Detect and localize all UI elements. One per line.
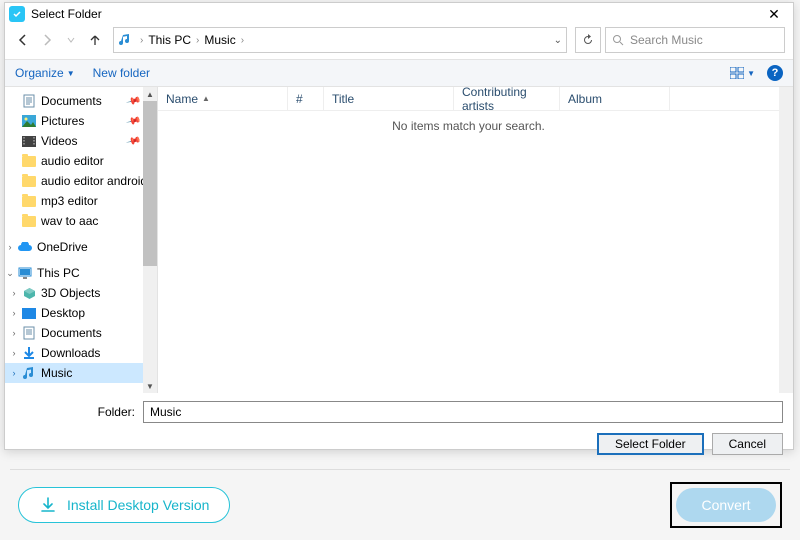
tree-folder[interactable]: audio editor — [5, 151, 157, 171]
list-header: Name▲ # Title Contributing artists Album — [158, 87, 779, 111]
address-bar[interactable]: › This PC › Music › ⌄ — [113, 27, 567, 53]
folder-label: Folder: — [15, 405, 135, 419]
document-icon — [21, 325, 37, 341]
nav-tree: Documents📌 Pictures📌 Videos📌 audio edito… — [5, 87, 157, 393]
file-list: Name▲ # Title Contributing artists Album… — [157, 87, 779, 393]
search-icon — [612, 34, 624, 46]
folder-icon — [21, 153, 37, 169]
folder-icon — [21, 173, 37, 189]
address-dropdown[interactable]: ⌄ — [554, 35, 562, 46]
tree-3dobjects[interactable]: ›3D Objects — [5, 283, 157, 303]
tree-documents[interactable]: Documents📌 — [5, 91, 157, 111]
chevron-right-icon: › — [239, 35, 246, 46]
document-icon — [21, 93, 37, 109]
chevron-right-icon: › — [194, 35, 201, 46]
pin-icon: 📌 — [125, 133, 141, 149]
view-menu[interactable]: ▼ — [730, 67, 755, 79]
pin-icon: 📌 — [125, 113, 141, 129]
music-icon — [118, 32, 134, 48]
search-box[interactable]: Search Music — [605, 27, 785, 53]
toolbar: Organize▼ New folder ▼ ? — [5, 59, 793, 87]
empty-message: No items match your search. — [158, 111, 779, 393]
tree-onedrive[interactable]: ›OneDrive — [5, 237, 157, 257]
tree-documents2[interactable]: ›Documents — [5, 323, 157, 343]
tree-folder[interactable]: mp3 editor — [5, 191, 157, 211]
tree-videos[interactable]: Videos📌 — [5, 131, 157, 151]
desktop-icon — [21, 305, 37, 321]
dialog-footer: Folder: Select Folder Cancel — [5, 393, 793, 463]
select-folder-dialog: Select Folder ✕ › This PC › Music › ⌄ Se… — [4, 2, 794, 450]
videos-icon — [21, 133, 37, 149]
cube-icon — [21, 285, 37, 301]
scroll-thumb[interactable] — [143, 101, 157, 266]
list-scrollbar[interactable] — [779, 87, 793, 393]
col-title[interactable]: Title — [324, 87, 454, 110]
install-desktop-button[interactable]: Install Desktop Version — [18, 487, 230, 523]
tree-folder[interactable]: wav to aac — [5, 211, 157, 231]
pictures-icon — [21, 113, 37, 129]
convert-highlight: Convert — [670, 482, 782, 528]
chevron-right-icon: › — [138, 35, 145, 46]
col-name[interactable]: Name▲ — [158, 87, 288, 110]
pin-icon: 📌 — [125, 93, 141, 109]
search-placeholder: Search Music — [630, 33, 703, 47]
breadcrumb-music[interactable]: Music — [201, 33, 238, 47]
folder-icon — [21, 193, 37, 209]
col-artists[interactable]: Contributing artists — [454, 87, 560, 110]
col-num[interactable]: # — [288, 87, 324, 110]
scroll-up-icon[interactable]: ▲ — [143, 87, 157, 101]
main-area: Documents📌 Pictures📌 Videos📌 audio edito… — [5, 87, 793, 393]
music-icon — [21, 365, 37, 381]
scroll-down-icon[interactable]: ▼ — [143, 379, 157, 393]
convert-button[interactable]: Convert — [676, 488, 776, 522]
tree-thispc[interactable]: ⌄This PC — [5, 263, 157, 283]
close-button[interactable]: ✕ — [759, 4, 789, 24]
back-button[interactable] — [13, 30, 33, 50]
tree-pictures[interactable]: Pictures📌 — [5, 111, 157, 131]
forward-button[interactable] — [37, 30, 57, 50]
tree-desktop[interactable]: ›Desktop — [5, 303, 157, 323]
newfolder-button[interactable]: New folder — [93, 66, 150, 80]
tree-scrollbar[interactable]: ▲ ▼ — [143, 87, 157, 393]
page-bottom-bar: Install Desktop Version Convert — [0, 480, 800, 530]
refresh-button[interactable] — [575, 27, 601, 53]
col-album[interactable]: Album — [560, 87, 670, 110]
cloud-icon — [17, 239, 33, 255]
cancel-button[interactable]: Cancel — [712, 433, 783, 455]
folder-input[interactable] — [143, 401, 783, 423]
tree-downloads[interactable]: ›Downloads — [5, 343, 157, 363]
select-folder-button[interactable]: Select Folder — [597, 433, 704, 455]
recent-dropdown[interactable] — [61, 30, 81, 50]
dialog-title: Select Folder — [31, 7, 102, 21]
tree-music[interactable]: ›Music — [5, 363, 157, 383]
breadcrumb-thispc[interactable]: This PC — [145, 33, 194, 47]
titlebar: Select Folder ✕ — [5, 3, 793, 25]
up-button[interactable] — [85, 30, 105, 50]
app-icon — [9, 6, 25, 22]
help-button[interactable]: ? — [767, 65, 783, 81]
folder-icon — [21, 213, 37, 229]
nav-row: › This PC › Music › ⌄ Search Music — [5, 25, 793, 59]
tree-folder[interactable]: audio editor android — [5, 171, 157, 191]
pc-icon — [17, 265, 33, 281]
download-icon — [21, 345, 37, 361]
organize-menu[interactable]: Organize▼ — [15, 66, 75, 80]
download-icon — [39, 496, 57, 514]
